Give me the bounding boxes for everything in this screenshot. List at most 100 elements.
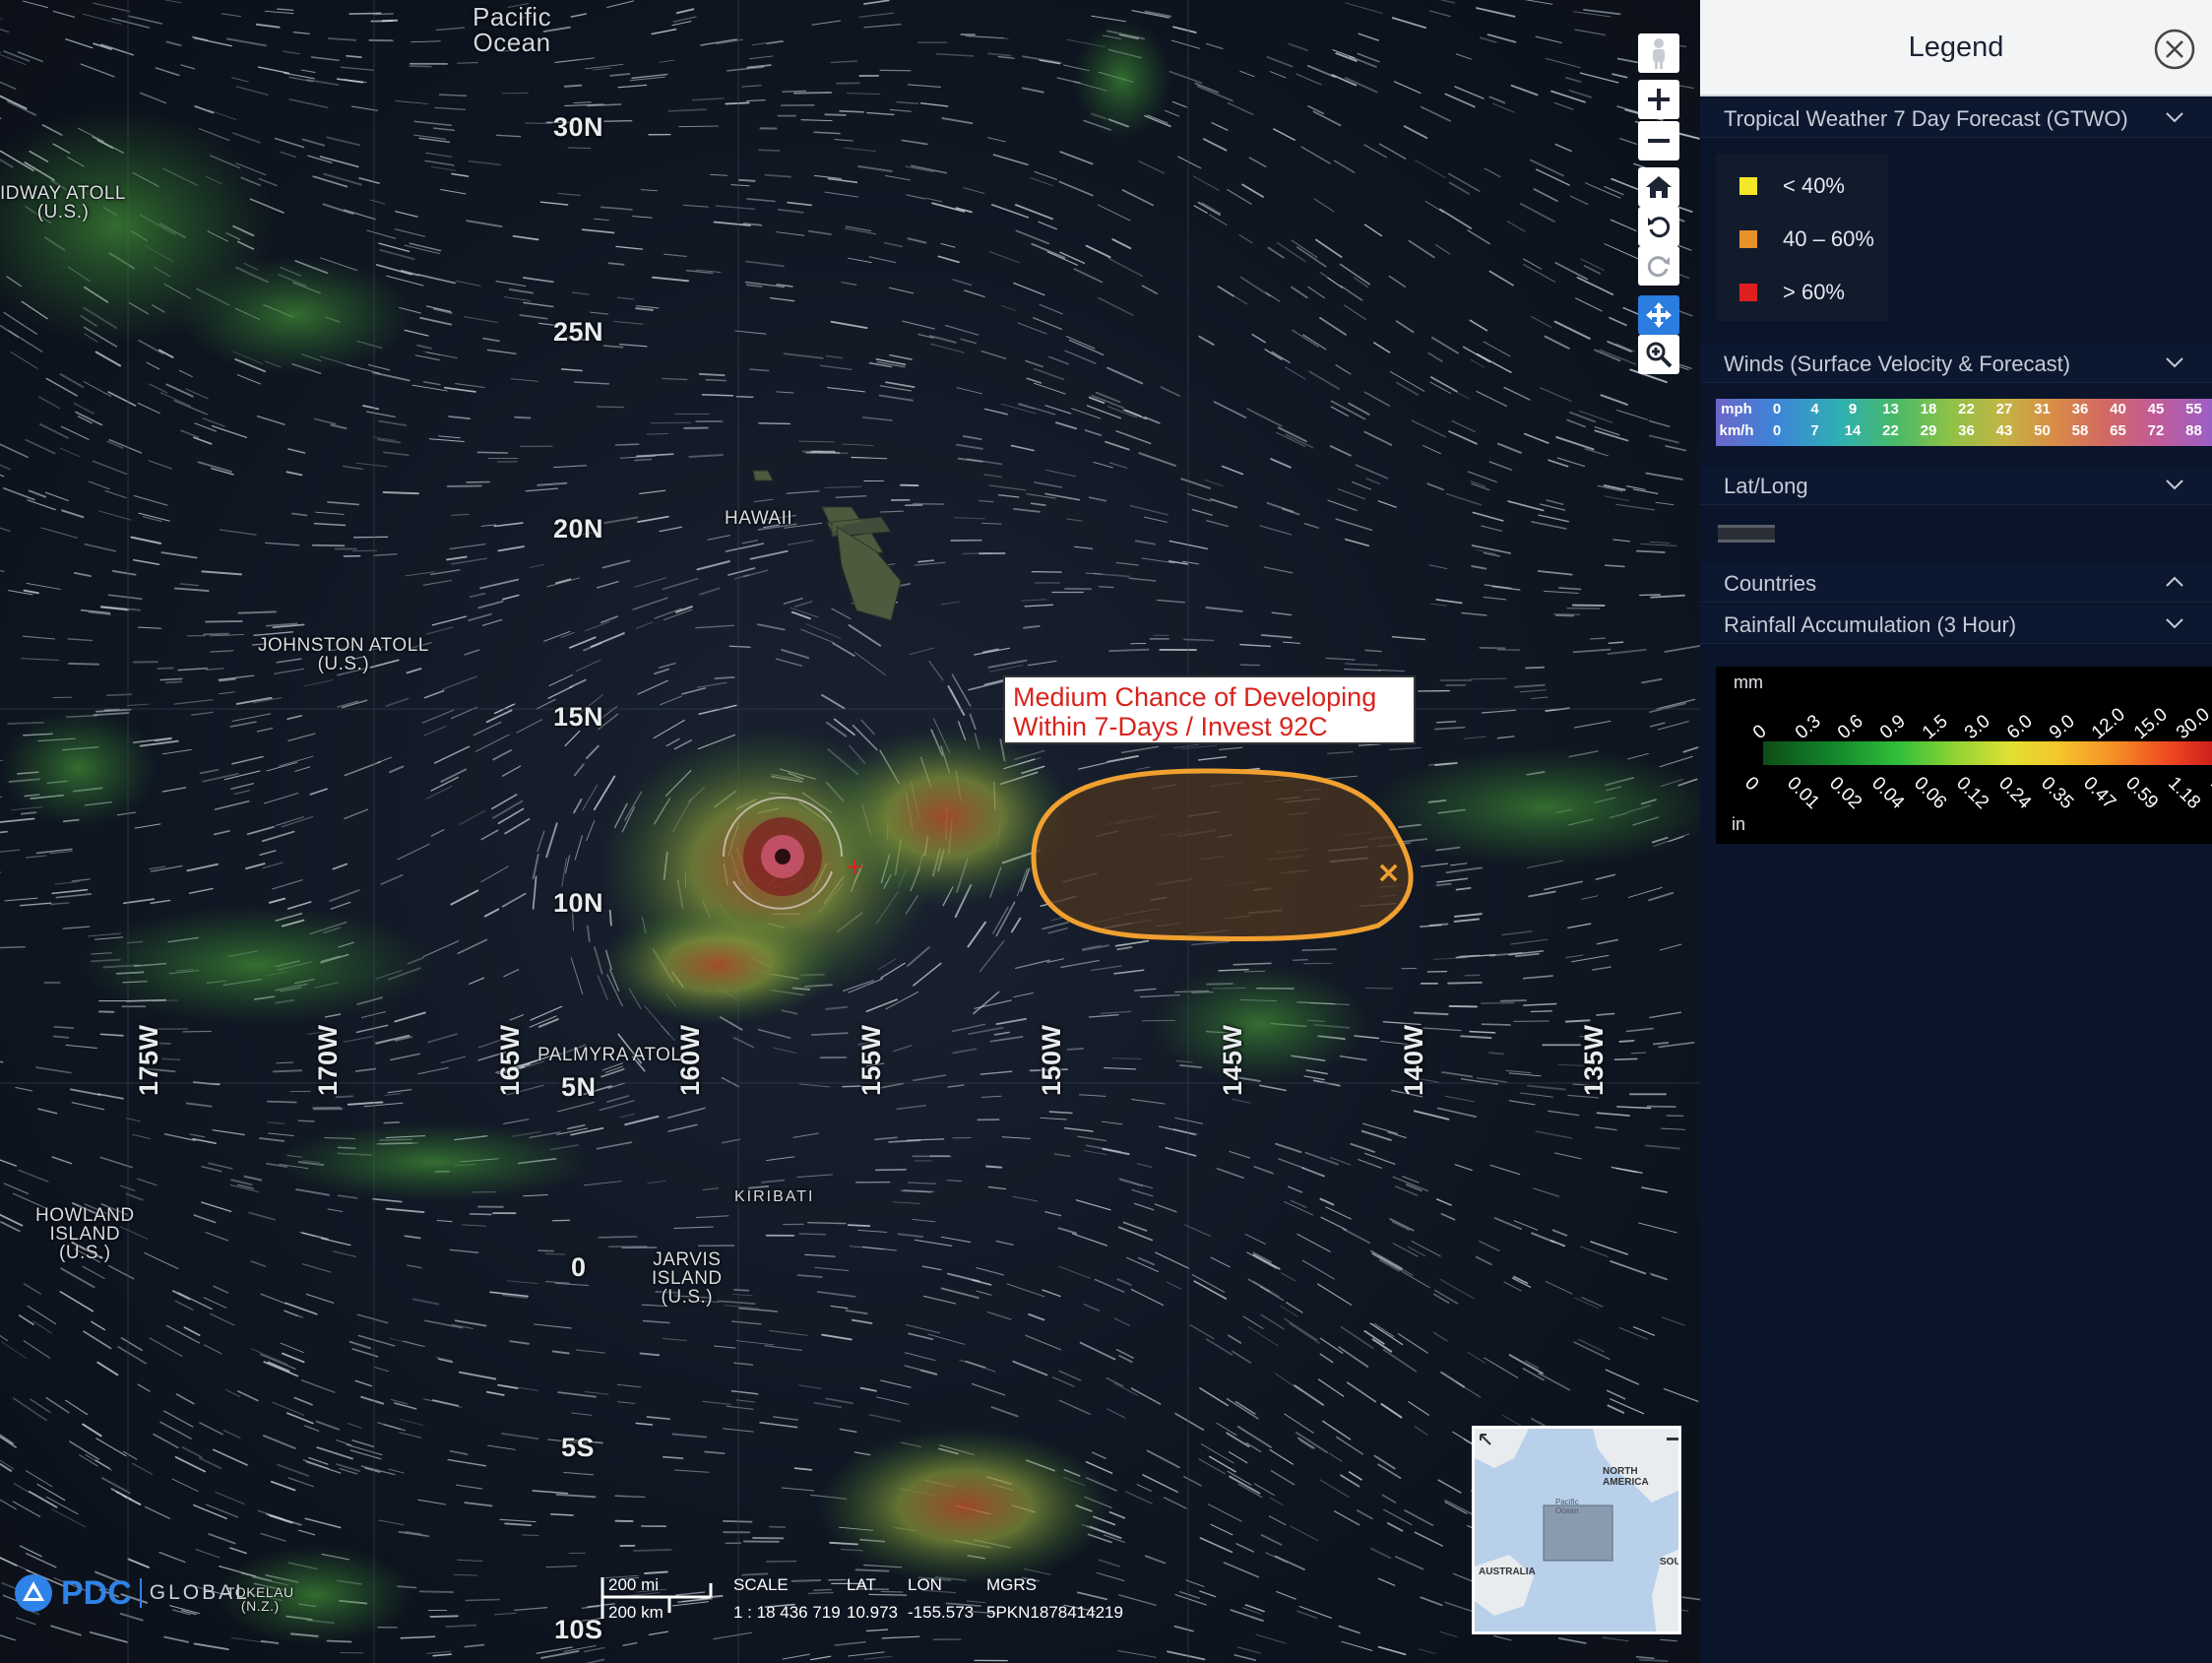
section-title-gtwo: Tropical Weather 7 Day Forecast (GTWO) [1724,106,2128,131]
lat-label-0: 0 [571,1252,587,1282]
overview-map[interactable]: NORTH AMERICA Pacific Ocean AUSTRALIA SO… [1472,1426,1681,1634]
rainfall-in-tick: 0 [1740,773,1763,796]
rainfall-mm-tick: 1.5 [1919,711,1952,744]
wind-mph-value: 40 [2110,401,2126,417]
swatch-medium [1739,230,1757,248]
rainfall-in-tick: 0.04 [1867,773,1909,814]
chevron-down-icon [2166,480,2183,490]
wind-mph-row: mph 0 4 9 13 18 22 27 31 36 40 45 55 [1716,401,2212,422]
rotate-right-icon [1647,256,1670,278]
pdc-logo: PDC GLOBAL [12,1573,250,1613]
pan-icon [1646,302,1672,328]
rainfall-in-tick: 0.01 [1783,773,1824,814]
label-jarvis-island: JARVIS ISLAND (U.S.) [652,1249,723,1308]
rainfall-in-tick: 0.47 [2079,773,2120,814]
lat-label-25n: 25N [553,317,604,347]
rainfall-in-tick: 1.48 [2206,773,2212,814]
wind-mph-value: 36 [2071,401,2089,417]
wind-mph-label: mph [1721,401,1752,417]
lon-label-135w: 135W [1579,1024,1609,1096]
readout-value-scale: 1 : 18 436 719 [733,1603,841,1622]
label-johnston-atoll: JOHNSTON ATOLL (U.S.) [258,635,429,674]
street-view-button[interactable] [1638,33,1679,73]
section-title-latlong: Lat/Long [1724,474,1808,498]
wind-mph-value: 27 [1995,401,2013,417]
wind-kmh-value: 14 [1844,422,1862,439]
svg-text:+: + [845,853,864,880]
section-header-countries[interactable]: Countries [1700,563,2212,603]
rainfall-mm-tick: 3.0 [1961,711,1994,744]
forecast-callout[interactable]: Medium Chance of Developing Within 7-Day… [1003,675,1416,744]
rainfall-in-tick: 0.35 [2037,773,2078,814]
rainfall-mm-tick: 30.0 [2173,704,2212,744]
rotate-left-icon [1648,217,1671,238]
scale-km: 200 km [608,1603,664,1622]
label-hawaii: HAWAII [725,508,793,529]
street-view-icon [1653,38,1665,69]
wind-mph-value: 0 [1772,401,1782,417]
rainfall-mm-tick: 15.0 [2130,704,2172,744]
rotate-right-button[interactable] [1638,246,1679,286]
overview-label-pacific: Pacific Ocean [1555,1498,1579,1515]
zoom-out-button[interactable] [1638,121,1679,160]
readout-value-mgrs: 5PKN1878414219 [986,1603,1123,1622]
lon-label-170w: 170W [313,1024,343,1096]
section-title-countries: Countries [1724,571,1817,596]
wind-kmh-value: 50 [2034,422,2051,439]
wind-kmh-value: 88 [2185,422,2202,439]
section-header-gtwo[interactable]: Tropical Weather 7 Day Forecast (GTWO) [1700,98,2212,138]
swatch-high [1739,284,1757,301]
gtwo-legend: < 40% 40 – 60% > 60% [1716,154,1888,321]
rainfall-in-tick: 0.24 [1994,773,2036,814]
zoom-in-button[interactable] [1638,80,1679,119]
lon-label-150w: 150W [1037,1024,1066,1096]
brand-separator [139,1578,142,1608]
scale-miles: 200 mi [608,1575,660,1594]
rainfall-mm-tick: 0.3 [1792,711,1825,744]
gtwo-category-medium: 40 – 60% [1739,226,1874,252]
lat-label-5s: 5S [561,1433,596,1462]
label-kiribati: KIRIBATI [734,1188,815,1205]
gtwo-label-high: > 60% [1783,280,1845,304]
rainfall-in-tick: 0.59 [2121,773,2163,814]
section-header-latlong[interactable]: Lat/Long [1700,466,2212,505]
zoom-box-button[interactable] [1638,335,1679,374]
lon-label-155w: 155W [856,1024,886,1096]
overview-label-south: SOUT [1660,1557,1681,1567]
chevron-down-icon [2166,618,2183,629]
gtwo-category-low: < 40% [1739,173,1845,199]
section-header-rainfall[interactable]: Rainfall Accumulation (3 Hour) [1700,605,2212,644]
lat-label-30n: 30N [553,112,604,142]
swatch-low [1739,177,1757,195]
wind-kmh-value: 58 [2071,422,2089,439]
pan-button[interactable] [1638,295,1679,335]
wind-mph-value: 13 [1882,401,1899,417]
forecast-area-polygon[interactable] [1031,768,1414,942]
home-button[interactable] [1638,167,1679,207]
rainfall-unit-mm: mm [1734,672,1763,692]
readout-value-lon: -155.573 [908,1603,975,1622]
rotate-left-button[interactable] [1638,207,1679,246]
wind-kmh-value: 7 [1810,422,1819,439]
section-title-rainfall: Rainfall Accumulation (3 Hour) [1724,612,2017,637]
lat-label-15n: 15N [553,702,604,732]
lat-label-10n: 10N [553,888,604,918]
wind-kmh-value: 0 [1772,422,1782,439]
close-button[interactable] [2153,28,2196,71]
chevron-up-icon [2166,576,2183,587]
overview-label-north-america: NORTH AMERICA [1603,1466,1649,1488]
label-palmyra-atoll: PALMYRA ATOL [537,1045,682,1065]
section-header-winds[interactable]: Winds (Surface Velocity & Forecast) [1700,344,2212,383]
rainfall-color-bar [1763,741,2212,765]
rainfall-and-features: + × [0,0,1700,1663]
close-icon [2154,29,2195,70]
wind-kmh-value: 36 [1958,422,1975,439]
gtwo-label-low: < 40% [1783,173,1845,198]
legend-title: Legend [1908,32,2004,63]
lon-label-145w: 145W [1218,1024,1247,1096]
overview-label-australia: AUSTRALIA [1479,1567,1536,1577]
rainfall-in-tick: 1.18 [2164,773,2205,814]
map-view[interactable]: + × 30N 25N 20N 15N 10N 5N 0 5S 10S 175W… [0,0,1700,1663]
readout-header-scale: SCALE [733,1575,789,1594]
home-icon [1646,176,1672,198]
